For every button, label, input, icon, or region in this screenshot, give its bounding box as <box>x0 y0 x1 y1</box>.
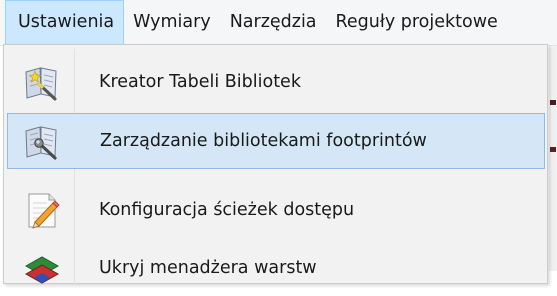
layers-manager-icon <box>20 246 64 290</box>
ustawienia-dropdown-menu: Kreator Tabeli Bibliotek Zarządzanie bib… <box>3 44 548 285</box>
menu-item-label: Zarządzanie bibliotekami footprintów <box>100 131 427 151</box>
menu-item-kreator-tabeli-bibliotek[interactable]: Kreator Tabeli Bibliotek <box>7 54 545 110</box>
menu-item-zarzadzanie-bibliotekami[interactable]: Zarządzanie bibliotekami footprintów <box>7 113 545 169</box>
menu-ustawienia[interactable]: Ustawienia <box>5 0 125 45</box>
menu-bar: Ustawienia Wymiary Narzędzia Reguły proj… <box>0 0 557 46</box>
menu-reguly-projektowe[interactable]: Reguły projektowe <box>327 0 508 45</box>
menu-item-label: Ukryj menadżera warstw <box>99 258 317 278</box>
book-wrench-icon <box>20 119 64 163</box>
background-window-edge <box>549 46 557 271</box>
menu-item-konfiguracja-sciezek[interactable]: Konfiguracja ścieżek dostępu <box>7 182 545 238</box>
notepad-pencil-icon <box>20 188 64 232</box>
menu-wymiary[interactable]: Wymiary <box>124 0 221 45</box>
menu-item-ukryj-menadzera-warstw[interactable]: Ukryj menadżera warstw <box>7 240 545 296</box>
background-mark <box>550 147 556 152</box>
book-wand-icon <box>20 60 64 104</box>
menu-item-label: Konfiguracja ścieżek dostępu <box>99 200 355 220</box>
menu-item-label: Kreator Tabeli Bibliotek <box>99 72 301 92</box>
background-mark <box>550 100 556 105</box>
menu-narzedzia[interactable]: Narzędzia <box>221 0 327 45</box>
